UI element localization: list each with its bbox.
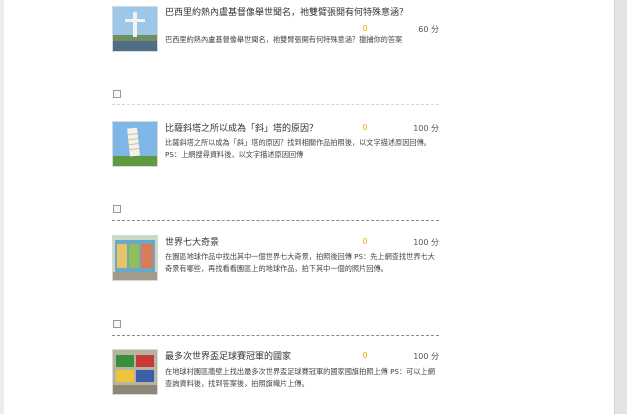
select-checkbox[interactable] bbox=[113, 320, 121, 328]
select-checkbox[interactable] bbox=[113, 205, 121, 213]
question-description: 比薩斜塔之所以成為「斜」塔的原因？找到相關作品拍照後，以文字描述原因回傳。 PS… bbox=[165, 138, 431, 159]
mural-wall-image bbox=[113, 236, 157, 280]
vote-count: 0 bbox=[362, 123, 368, 132]
vote-count: 0 bbox=[362, 351, 368, 360]
vote-count: 0 bbox=[362, 237, 368, 246]
vote-count: 0 bbox=[362, 24, 368, 33]
question-thumbnail[interactable] bbox=[112, 235, 158, 281]
row-divider bbox=[112, 335, 439, 336]
question-thumbnail[interactable] bbox=[112, 121, 158, 167]
question-list-page: 巴西里約熱內盧基督像舉世聞名，祂雙臂張開有何特殊意涵？ 0 60 分 巴西里約熱… bbox=[4, 0, 614, 414]
question-title[interactable]: 比薩斜塔之所以成為「斜」塔的原因？ bbox=[165, 121, 318, 134]
flag-wall-image bbox=[113, 350, 157, 394]
question-description: 巴西里約熱內盧基督像舉世聞名，祂雙臂張開有何特殊意涵？獵捕你的答案 bbox=[165, 35, 403, 44]
question-thumbnail[interactable] bbox=[112, 6, 158, 52]
row-divider bbox=[112, 104, 439, 105]
christ-redeemer-image bbox=[113, 7, 157, 51]
question-title[interactable]: 最多次世界盃足球賽冠軍的國家 bbox=[165, 349, 291, 362]
point-value: 100 分 bbox=[413, 352, 439, 361]
question-description: 在園區地球作品中找出其中一個世界七大奇景，拍照後回傳 PS：先上網查找世界七大奇… bbox=[165, 252, 435, 273]
question-title[interactable]: 巴西里約熱內盧基督像舉世聞名，祂雙臂張開有何特殊意涵？ bbox=[165, 5, 408, 18]
point-value: 100 分 bbox=[413, 124, 439, 133]
question-description: 在地球村園區牆壁上找出最多次世界盃足球賽冠軍的國家國旗拍照上傳 PS：可以上網查… bbox=[165, 367, 435, 388]
point-value: 100 分 bbox=[413, 238, 439, 247]
question-title[interactable]: 世界七大奇景 bbox=[165, 235, 219, 248]
select-checkbox[interactable] bbox=[113, 90, 121, 98]
row-divider bbox=[112, 220, 439, 221]
question-thumbnail[interactable] bbox=[112, 349, 158, 395]
scrollbar-track[interactable] bbox=[614, 0, 627, 414]
pisa-tower-image bbox=[113, 122, 157, 166]
